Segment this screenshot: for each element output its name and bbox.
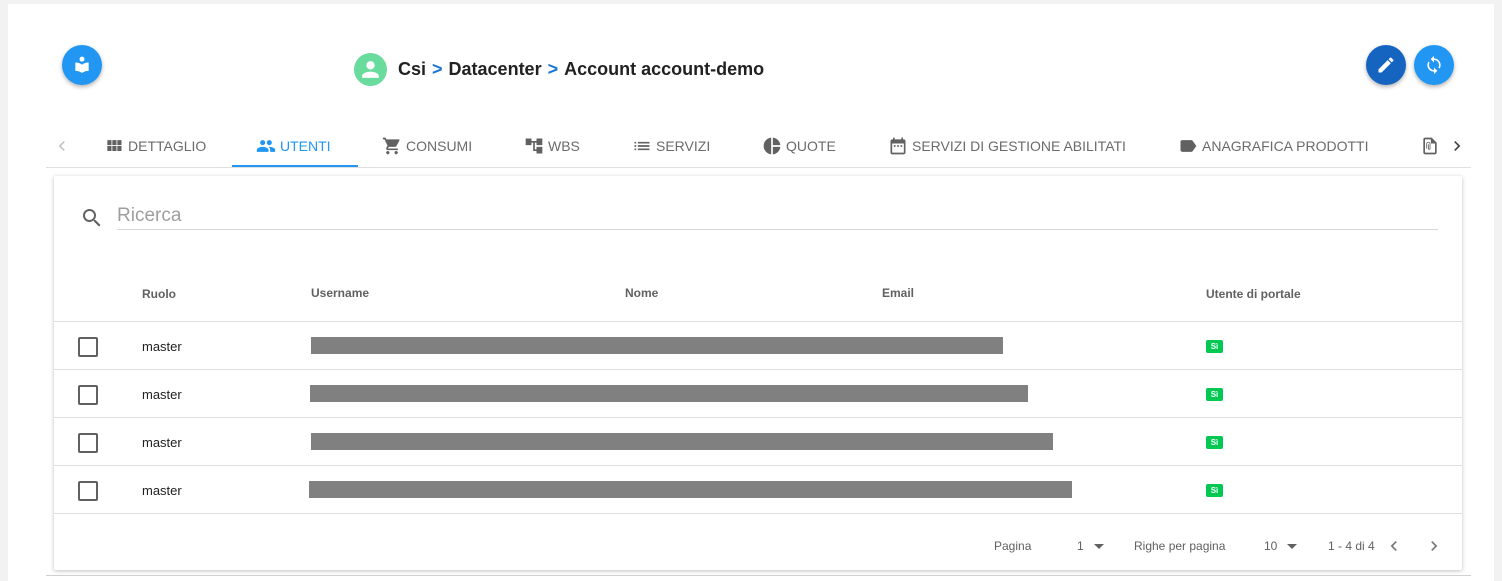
portal-user-badge: Sì: [1206, 436, 1223, 449]
next-page-button[interactable]: [1422, 534, 1446, 558]
book-icon: [75, 56, 89, 73]
tab-label: QUOTE: [786, 138, 836, 154]
search-icon: [80, 206, 104, 230]
breadcrumb-item-account: Account account-demo: [564, 58, 765, 79]
cart-icon: [382, 137, 400, 155]
users-card: Ruolo Username Nome Email Utente di port…: [54, 176, 1462, 570]
pagination: Pagina 1 Righe per pagina 10 1 - 4 di 4: [54, 513, 1462, 570]
previous-page-button[interactable]: [1382, 534, 1406, 558]
refresh-icon: [1427, 55, 1441, 75]
portal-user-badge: Sì: [1206, 340, 1223, 353]
tab-consumi[interactable]: CONSUMI: [382, 124, 472, 168]
rows-per-page-select[interactable]: 10: [1264, 539, 1298, 553]
tab-dettaglio[interactable]: DETTAGLIO: [104, 124, 206, 168]
role-cell: master: [142, 339, 182, 354]
book-button[interactable]: [62, 45, 102, 85]
column-header-nome[interactable]: Nome: [625, 286, 658, 300]
table-row[interactable]: master Sì: [54, 465, 1462, 513]
tab-servizi-gestione[interactable]: SERVIZI DI GESTIONE ABILITATI: [888, 124, 1126, 168]
breadcrumb-item-csi[interactable]: Csi: [398, 59, 426, 80]
tab-attachment[interactable]: [1420, 124, 1444, 168]
attachment-icon: [1423, 137, 1437, 155]
grid-icon: [107, 140, 122, 151]
row-checkbox[interactable]: [78, 433, 98, 453]
list-icon: [634, 141, 650, 151]
edit-button[interactable]: [1366, 45, 1406, 85]
tab-anagrafica-prodotti[interactable]: ANAGRAFICA PRODOTTI: [1178, 124, 1368, 168]
chevron-right-icon: [1431, 541, 1438, 551]
tab-label: CONSUMI: [406, 138, 473, 154]
column-header-utente-portale[interactable]: Utente di portale: [1206, 287, 1301, 301]
page-label: Pagina: [994, 539, 1032, 553]
page-range: 1 - 4 di 4: [1328, 539, 1375, 553]
rows-per-page-label: Righe per pagina: [1134, 539, 1226, 553]
search-bar: [80, 202, 1438, 230]
tabs-scroll-left-button[interactable]: [50, 134, 74, 158]
portal-user-badge: Sì: [1206, 484, 1223, 497]
column-header-ruolo[interactable]: Ruolo: [142, 287, 176, 301]
role-cell: master: [142, 387, 182, 402]
tab-label: WBS: [548, 138, 580, 154]
user-icon: [362, 60, 379, 78]
tab-servizi[interactable]: SERVIZI: [632, 124, 710, 168]
redacted-cell: [311, 337, 1003, 354]
table-row[interactable]: master Sì: [54, 369, 1462, 417]
column-header-username[interactable]: Username: [311, 286, 369, 300]
label-icon: [1180, 140, 1197, 152]
avatar: [354, 52, 387, 86]
row-checkbox[interactable]: [78, 481, 98, 501]
tab-label: ANAGRAFICA PRODOTTI: [1202, 138, 1369, 154]
breadcrumb-separator: >: [432, 58, 443, 79]
row-checkbox[interactable]: [78, 385, 98, 405]
breadcrumb-separator: >: [547, 58, 559, 79]
people-icon: [256, 140, 276, 152]
tab-label: SERVIZI DI GESTIONE ABILITATI: [912, 138, 1126, 154]
role-cell: master: [142, 435, 182, 450]
active-tab-indicator: [232, 165, 358, 167]
column-header-email[interactable]: Email: [882, 286, 914, 300]
refresh-button[interactable]: [1414, 45, 1454, 85]
tab-wbs[interactable]: WBS: [524, 124, 580, 168]
tree-icon: [525, 138, 543, 154]
calendar-icon: [890, 137, 906, 155]
redacted-cell: [309, 481, 1072, 498]
divider: [46, 575, 1471, 576]
table-row[interactable]: master Sì: [54, 321, 1462, 369]
breadcrumb: Csi > Datacenter > Account account-demo: [354, 52, 764, 86]
chevron-right-icon: [1454, 141, 1461, 151]
tab-label: SERVIZI: [656, 138, 711, 154]
page-select[interactable]: 1: [1077, 539, 1104, 553]
page: Csi > Datacenter > Account account-demo …: [8, 4, 1494, 581]
portal-user-badge: Sì: [1206, 388, 1223, 401]
tabs-scroll-right-button[interactable]: [1445, 134, 1469, 158]
redacted-cell: [311, 433, 1053, 450]
dropdown-arrow-icon: [1093, 544, 1104, 550]
search-input[interactable]: [117, 202, 1438, 230]
chevron-left-icon: [58, 141, 65, 151]
pie-icon: [763, 137, 781, 155]
pencil-icon: [1378, 57, 1394, 73]
tab-quote[interactable]: QUOTE: [762, 124, 836, 168]
tab-label: DETTAGLIO: [128, 138, 207, 154]
redacted-cell: [310, 385, 1028, 402]
role-cell: master: [142, 483, 182, 498]
rows-per-page-value: 10: [1264, 539, 1278, 553]
tab-bar: DETTAGLIO UTENTI CONSUMI WBS SERVIZI QUO…: [46, 124, 1471, 168]
row-checkbox[interactable]: [78, 337, 98, 357]
tab-utenti[interactable]: UTENTI: [256, 124, 331, 168]
page-select-value: 1: [1077, 539, 1084, 553]
chevron-left-icon: [1390, 541, 1397, 551]
table-row[interactable]: master Sì: [54, 417, 1462, 465]
breadcrumb-item-datacenter[interactable]: Datacenter: [449, 59, 542, 80]
tab-label: UTENTI: [280, 138, 331, 154]
dropdown-arrow-icon: [1287, 544, 1298, 550]
